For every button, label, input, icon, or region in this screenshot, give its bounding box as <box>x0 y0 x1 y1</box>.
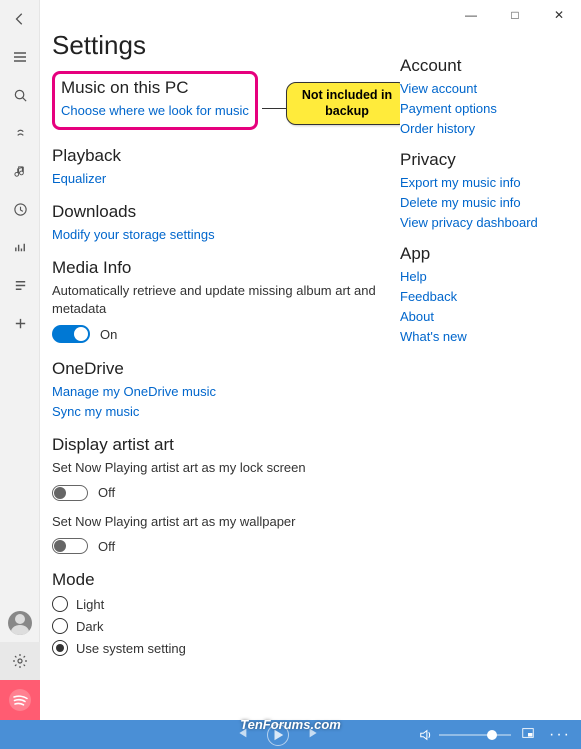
section-media-info: Media Info <box>52 258 388 278</box>
playbar: TenForums.com ··· <box>0 720 581 749</box>
radio-system[interactable]: Use system setting <box>52 640 388 656</box>
volume-control[interactable] <box>419 728 511 742</box>
window-titlebar: — □ ✕ <box>449 0 581 30</box>
radio-dark[interactable]: Dark <box>52 618 388 634</box>
highlight-music-on-pc: Music on this PC Choose where we look fo… <box>52 71 258 130</box>
link-about[interactable]: About <box>400 309 575 324</box>
section-playback: Playback <box>52 146 388 166</box>
add-icon[interactable] <box>0 304 40 342</box>
link-choose-music-location[interactable]: Choose where we look for music <box>61 103 249 118</box>
toggle-media-info[interactable]: On <box>52 325 388 343</box>
maximize-button[interactable]: □ <box>493 0 537 30</box>
link-storage-settings[interactable]: Modify your storage settings <box>52 227 388 242</box>
link-feedback[interactable]: Feedback <box>400 289 575 304</box>
link-sync-music[interactable]: Sync my music <box>52 404 388 419</box>
page-title: Settings <box>52 30 388 61</box>
miniplayer-icon[interactable] <box>521 726 535 743</box>
toggle-label: Off <box>98 539 115 554</box>
settings-icon[interactable] <box>0 642 40 680</box>
callout-connector <box>262 108 287 109</box>
media-info-desc: Automatically retrieve and update missin… <box>52 282 388 317</box>
link-whats-new[interactable]: What's new <box>400 329 575 344</box>
toggle-label: On <box>100 327 117 342</box>
section-account: Account <box>400 56 575 76</box>
hamburger-icon[interactable] <box>0 38 40 76</box>
artist-art-wallpaper-desc: Set Now Playing artist art as my wallpap… <box>52 513 388 531</box>
section-mode: Mode <box>52 570 388 590</box>
toggle-label: Off <box>98 485 115 500</box>
recent-icon[interactable] <box>0 190 40 228</box>
mode-radio-group: Light Dark Use system setting <box>52 596 388 656</box>
link-help[interactable]: Help <box>400 269 575 284</box>
minimize-button[interactable]: — <box>449 0 493 30</box>
nowplaying-icon[interactable] <box>0 228 40 266</box>
volume-icon <box>419 728 433 742</box>
link-privacy-dashboard[interactable]: View privacy dashboard <box>400 215 575 230</box>
link-export-music-info[interactable]: Export my music info <box>400 175 575 190</box>
artist-art-lock-desc: Set Now Playing artist art as my lock sc… <box>52 459 388 477</box>
link-manage-onedrive[interactable]: Manage my OneDrive music <box>52 384 388 399</box>
avatar[interactable] <box>8 611 32 635</box>
section-artist-art: Display artist art <box>52 435 388 455</box>
radio-light[interactable]: Light <box>52 596 388 612</box>
toggle-switch-off[interactable] <box>52 538 88 554</box>
radio-icon-checked <box>52 640 68 656</box>
toggle-switch-off[interactable] <box>52 485 88 501</box>
link-delete-music-info[interactable]: Delete my music info <box>400 195 575 210</box>
search-icon[interactable] <box>0 76 40 114</box>
toggle-lock-screen[interactable]: Off <box>52 485 388 501</box>
section-downloads: Downloads <box>52 202 388 222</box>
watermark: TenForums.com <box>240 717 341 732</box>
section-app: App <box>400 244 575 264</box>
link-equalizer[interactable]: Equalizer <box>52 171 388 186</box>
radio-icon <box>52 618 68 634</box>
toggle-wallpaper[interactable]: Off <box>52 538 388 554</box>
toggle-switch-on[interactable] <box>52 325 90 343</box>
link-payment-options[interactable]: Payment options <box>400 101 575 116</box>
close-button[interactable]: ✕ <box>537 0 581 30</box>
callout-bubble: Not included in backup <box>286 82 400 125</box>
music-icon[interactable] <box>0 152 40 190</box>
back-button[interactable] <box>0 0 40 38</box>
right-column: Account View account Payment options Ord… <box>400 56 575 349</box>
section-onedrive: OneDrive <box>52 359 388 379</box>
sidebar <box>0 0 40 720</box>
section-privacy: Privacy <box>400 150 575 170</box>
link-order-history[interactable]: Order history <box>400 121 575 136</box>
playlists-icon[interactable] <box>0 266 40 304</box>
explore-icon[interactable] <box>0 114 40 152</box>
spotify-icon[interactable] <box>0 680 40 720</box>
link-view-account[interactable]: View account <box>400 81 575 96</box>
section-music-on-pc: Music on this PC <box>61 78 249 98</box>
main-content: Settings Music on this PC Choose where w… <box>40 20 400 720</box>
radio-icon <box>52 596 68 612</box>
volume-slider[interactable] <box>439 734 511 736</box>
more-icon[interactable]: ··· <box>549 726 571 744</box>
